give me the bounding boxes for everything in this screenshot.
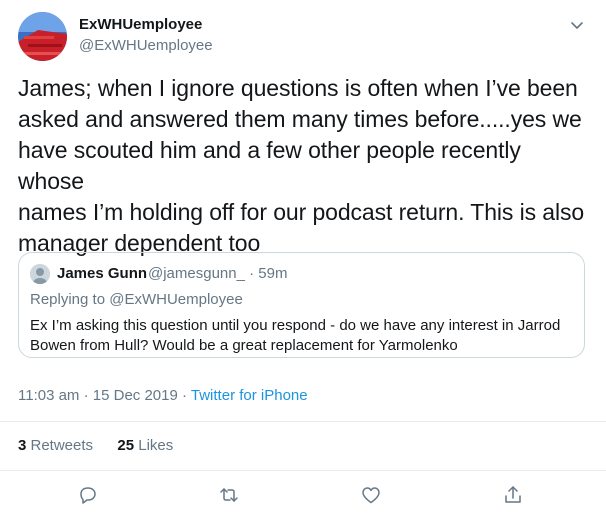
replying-handle-link[interactable]: @ExWHUemployee (109, 291, 243, 308)
quoted-author-avatar (30, 264, 50, 284)
author-handle[interactable]: @ExWHUemployee (79, 37, 213, 54)
divider (0, 470, 606, 471)
share-icon[interactable] (502, 484, 524, 506)
quoted-author-name: James Gunn (57, 265, 148, 282)
retweets-stat[interactable]: 3 Retweets (18, 437, 93, 454)
tweet-meta: 11:03 am · 15 Dec 2019 · Twitter for iPh… (18, 387, 308, 404)
tweet-stats: 3 Retweets 25 Likes (18, 437, 173, 454)
tweet-source-link[interactable]: Twitter for iPhone (191, 387, 308, 404)
likes-label: Likes (134, 437, 174, 454)
replying-prefix: Replying to (30, 291, 110, 308)
tweet-timestamp[interactable]: 11:03 am · 15 Dec 2019 · (18, 387, 191, 404)
divider (0, 421, 606, 422)
quoted-author-handle-time: @jamesgunn_ · 59m (148, 265, 288, 282)
quoted-tweet[interactable]: James Gunn @jamesgunn_ · 59m Replying to… (18, 252, 585, 358)
author-avatar[interactable] (18, 12, 67, 61)
tweet-text: James; when I ignore questions is often … (18, 75, 585, 256)
replying-to: Replying to @ExWHUemployee (30, 291, 243, 308)
reply-icon[interactable] (77, 484, 99, 506)
retweet-icon[interactable] (218, 484, 240, 506)
action-bar (0, 478, 606, 514)
retweets-label: Retweets (26, 437, 94, 454)
likes-stat[interactable]: 25 Likes (117, 437, 173, 454)
quoted-tweet-text: Ex I’m asking this question until you re… (30, 317, 561, 354)
chevron-down-icon[interactable] (566, 14, 588, 36)
author-name[interactable]: ExWHUemployee (79, 16, 202, 33)
tweet-card: ExWHUemployee @ExWHUemployee James; when… (0, 0, 606, 524)
likes-count: 25 (117, 437, 135, 454)
heart-icon[interactable] (360, 484, 382, 506)
